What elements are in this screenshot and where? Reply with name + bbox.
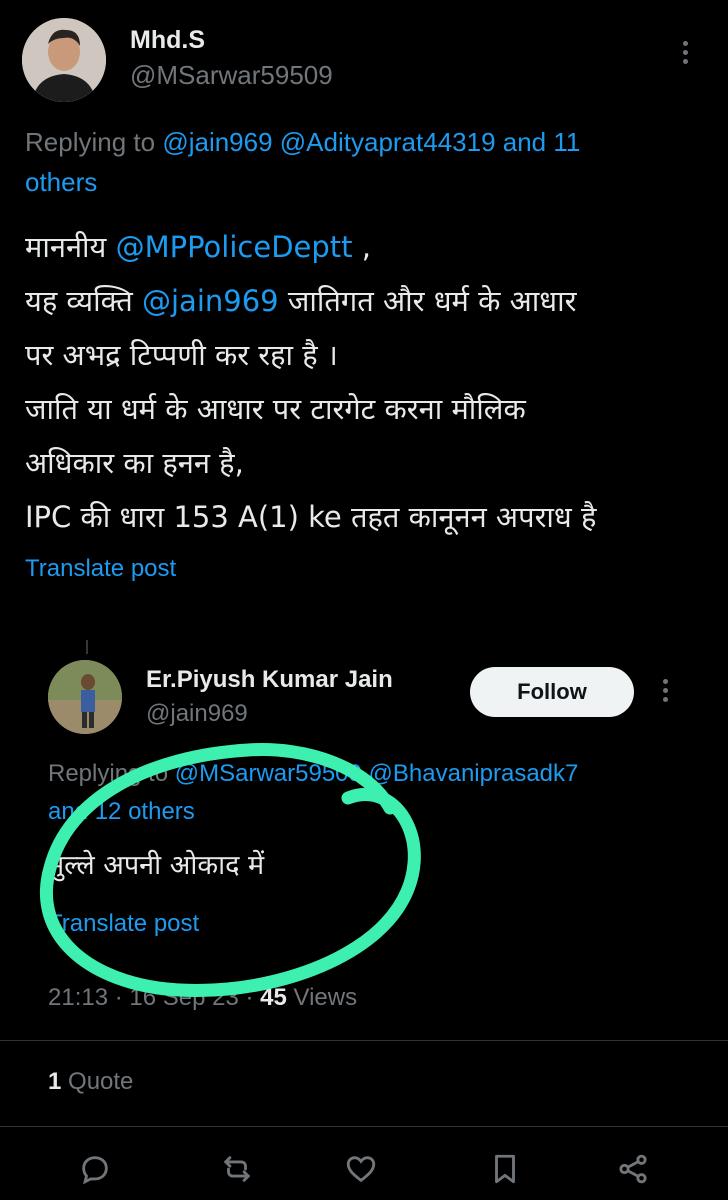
avatar[interactable] bbox=[48, 660, 122, 734]
views-label: Views bbox=[286, 984, 358, 1011]
avatar[interactable] bbox=[22, 18, 106, 102]
author-name[interactable]: Er.Piyush Kumar Jain bbox=[146, 666, 393, 694]
translate-post-link[interactable]: Translate post bbox=[48, 910, 199, 938]
post-line: यह व्यक्ति @jain969 जातिगत और धर्म के आध… bbox=[25, 284, 577, 318]
repost-icon[interactable] bbox=[218, 1150, 256, 1188]
follow-button[interactable]: Follow bbox=[470, 667, 634, 717]
mention-link[interactable]: @jain969 bbox=[142, 284, 279, 318]
avatar-photo bbox=[48, 660, 122, 734]
post-line: IPC की धारा 153 A(1) ke तहत कानूनन अपराध… bbox=[25, 500, 597, 534]
translate-post-link[interactable]: Translate post bbox=[25, 555, 176, 583]
replying-mentions[interactable]: @jain969 @Adityaprat44319 and 11 bbox=[162, 127, 580, 157]
post-timestamp[interactable]: 21:13 · 16 Sep 23 · bbox=[48, 984, 260, 1011]
quotes-label: Quote bbox=[61, 1068, 134, 1095]
replying-to: Replying to @jain969 @Adityaprat44319 an… bbox=[25, 122, 695, 202]
author-handle[interactable]: @jain969 bbox=[146, 700, 248, 728]
quotes-stat[interactable]: 1 Quote bbox=[48, 1068, 133, 1096]
author-handle[interactable]: @MSarwar59509 bbox=[130, 60, 333, 91]
more-vertical-icon[interactable] bbox=[676, 38, 696, 68]
replying-to: Replying to @MSarwar59509 @Bhavaniprasad… bbox=[48, 755, 718, 831]
post-meta: 21:13 · 16 Sep 23 · 45 Views bbox=[48, 984, 357, 1012]
mention-link[interactable]: @MPPoliceDeptt bbox=[116, 230, 353, 264]
thread-connector bbox=[86, 640, 88, 654]
share-icon[interactable] bbox=[614, 1150, 652, 1188]
replying-prefix: Replying to bbox=[25, 127, 163, 157]
avatar-photo bbox=[22, 18, 106, 102]
divider bbox=[0, 1126, 728, 1127]
replying-mentions[interactable]: @MSarwar59509 @Bhavaniprasadk7 bbox=[175, 760, 579, 787]
quotes-count: 1 bbox=[48, 1068, 62, 1095]
divider bbox=[0, 1040, 728, 1041]
replying-others[interactable]: and 12 others bbox=[48, 798, 195, 825]
post-line: माननीय @MPPoliceDeptt , bbox=[25, 230, 371, 264]
author-name[interactable]: Mhd.S bbox=[130, 26, 205, 55]
bookmark-icon[interactable] bbox=[486, 1150, 524, 1188]
post-line: अधिकार का हनन है, bbox=[25, 446, 244, 480]
post-line: पर अभद्र टिप्पणी कर रहा है । bbox=[25, 338, 338, 372]
post-line: जाति या धर्म के आधार पर टारगेट करना मौलि… bbox=[25, 392, 526, 426]
replying-prefix: Replying to bbox=[48, 760, 175, 787]
more-vertical-icon[interactable] bbox=[656, 676, 676, 706]
post-text: माननीय @MPPoliceDeptt , यह व्यक्ति @jain… bbox=[25, 220, 715, 544]
reply-icon[interactable] bbox=[76, 1150, 114, 1188]
heart-icon[interactable] bbox=[342, 1150, 380, 1188]
views-count: 45 bbox=[260, 984, 287, 1011]
post-text: मुल्ले अपनी ओकाद में bbox=[48, 850, 265, 881]
replying-others[interactable]: others bbox=[25, 167, 97, 197]
